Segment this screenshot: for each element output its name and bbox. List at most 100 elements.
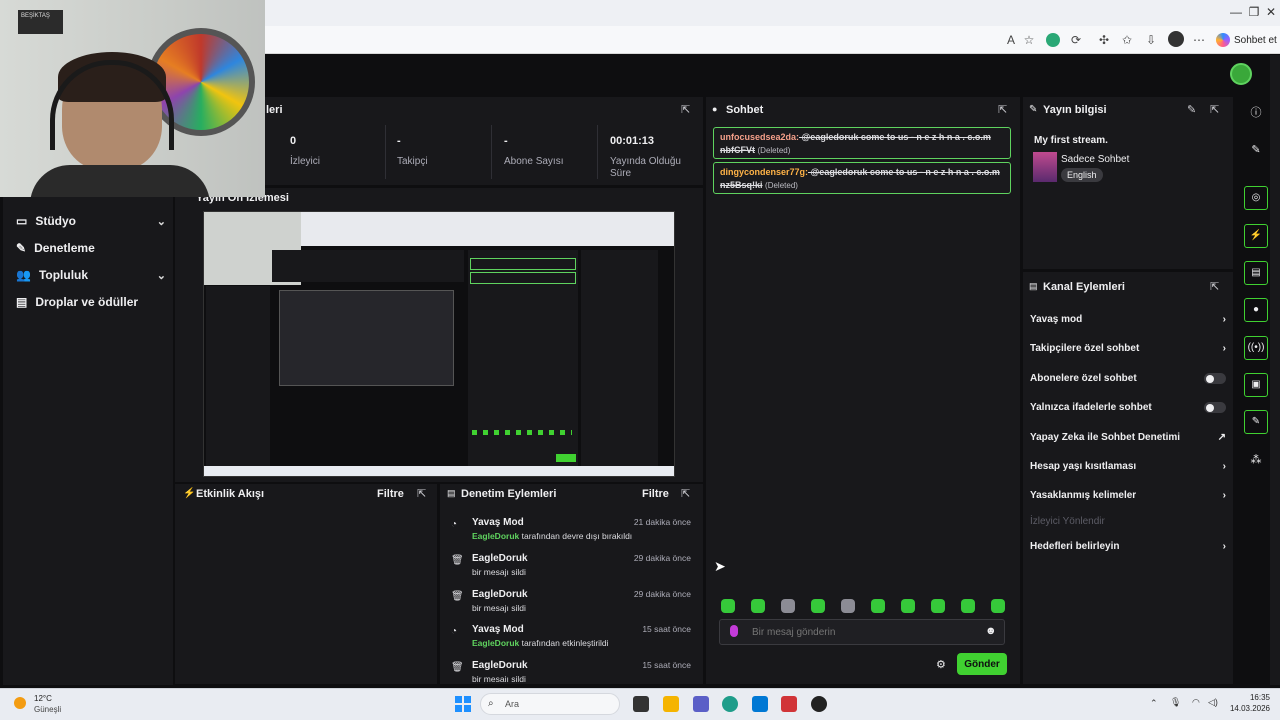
clock-time[interactable]: 16:35 — [1226, 693, 1270, 702]
popout-icon[interactable]: ⇱ — [417, 487, 426, 500]
action-goals[interactable]: Hedefleri belirleyin › — [1030, 541, 1226, 552]
emote-icon[interactable] — [931, 599, 945, 613]
sidebar-item-denetleme[interactable]: ✎ Denetleme — [16, 241, 166, 255]
favorites-icon[interactable]: ✩ — [1120, 33, 1134, 47]
popout-icon[interactable]: ⇱ — [681, 103, 690, 116]
emote-icon[interactable] — [751, 599, 765, 613]
poster: BEŞİKTAŞ — [18, 10, 63, 34]
preview-chat-msg — [470, 272, 576, 284]
studio-icon: ▭ — [16, 214, 28, 228]
file-explorer-icon[interactable] — [663, 696, 679, 712]
send-button[interactable]: Gönder — [957, 653, 1007, 675]
popout-icon[interactable]: ⇱ — [681, 487, 690, 500]
refresh-icon[interactable]: ⟳ — [1069, 33, 1083, 47]
emote-icon[interactable] — [991, 599, 1005, 613]
emote-icon[interactable] — [781, 599, 795, 613]
action-slow-mode[interactable]: Yavaş mod › — [1030, 314, 1226, 325]
wifi-icon[interactable]: ◠ — [1192, 697, 1200, 708]
action-ai-moderation[interactable]: Yapay Zeka ile Sohbet Denetimi ↗ — [1030, 432, 1226, 443]
stream-preview-video[interactable] — [203, 211, 675, 477]
microphone-icon[interactable] — [730, 625, 738, 637]
emote-icon[interactable] — [871, 599, 885, 613]
mod-action-title: EagleDoruk — [472, 660, 528, 671]
info-icon[interactable]: ⓘ — [1244, 101, 1268, 125]
profile-avatar[interactable] — [1168, 31, 1184, 47]
user-avatar[interactable] — [1230, 63, 1252, 85]
mod-action-time: 29 dakika önce — [633, 589, 691, 599]
download-icon[interactable]: ⇩ — [1144, 33, 1158, 47]
gear-icon[interactable]: ⚙ — [936, 658, 946, 671]
popout-icon[interactable]: ⇱ — [998, 103, 1007, 116]
edit-pencil-icon[interactable]: ✎ — [1187, 103, 1196, 116]
weather-temp[interactable]: 12°C — [34, 694, 52, 703]
mod-filter-button[interactable]: Filtre — [642, 488, 669, 500]
activity-filter-button[interactable]: Filtre — [377, 488, 404, 500]
category-thumbnail[interactable] — [1033, 152, 1057, 182]
sidebar-item-droplar[interactable]: ▤ Droplar ve ödüller — [16, 295, 166, 309]
chat-username[interactable]: dingycondenser77g: — [720, 167, 808, 177]
volume-icon[interactable]: ◁) — [1208, 697, 1218, 708]
screenshot-icon[interactable]: ◎ — [1244, 186, 1268, 210]
extensions-puzzle-icon[interactable]: ✣ — [1097, 33, 1111, 47]
action-banned-words[interactable]: Yasaklanmış kelimeler › — [1030, 490, 1226, 501]
emoji-icon[interactable]: ☻ — [985, 625, 997, 637]
chat-input[interactable] — [719, 619, 1005, 645]
trash-icon: 🗑 — [451, 591, 464, 602]
windows-start-icon[interactable] — [455, 696, 471, 712]
divider — [597, 125, 598, 179]
chat-message[interactable]: dingycondenser77g: @eagledoruk come to u… — [713, 162, 1011, 194]
close-icon[interactable]: ✕ — [1261, 5, 1280, 19]
emote-icon[interactable] — [961, 599, 975, 613]
clips-icon[interactable]: ▣ — [1244, 373, 1268, 397]
emote-icon[interactable] — [841, 599, 855, 613]
clock-date[interactable]: 14.03.2026 — [1226, 704, 1270, 713]
sidebar-item-label: Denetleme — [34, 241, 95, 255]
taskbar-search[interactable]: ⌕ Ara — [480, 693, 620, 715]
chevron-right-icon: › — [1222, 461, 1226, 472]
popout-icon[interactable]: ⇱ — [1210, 103, 1219, 116]
emote-icon[interactable] — [901, 599, 915, 613]
sidebar-item-studyo[interactable]: ▭ Stüdyo ⌄ — [16, 214, 166, 228]
emote-icon[interactable] — [811, 599, 825, 613]
store-icon[interactable] — [752, 696, 768, 712]
obs-icon[interactable] — [811, 696, 827, 712]
scrollbar[interactable] — [1270, 55, 1280, 685]
chevron-right-icon: › — [1222, 314, 1226, 325]
copilot-chat-button[interactable]: Sohbet et — [1216, 31, 1277, 49]
action-followers-only[interactable]: Takipçilere özel sohbet › — [1030, 343, 1226, 354]
wrench-icon[interactable]: ✎ — [1244, 410, 1268, 434]
action-account-age[interactable]: Hesap yaşı kısıtlaması › — [1030, 461, 1226, 472]
mod-action-time: 29 dakika önce — [633, 553, 691, 563]
preview-sidebar — [206, 286, 270, 466]
task-view-icon[interactable] — [633, 696, 649, 712]
chevron-up-icon[interactable]: ⌃ — [1150, 698, 1158, 709]
extension-icon[interactable] — [1046, 33, 1060, 47]
app-icon[interactable] — [781, 696, 797, 712]
bolt-icon[interactable]: ⚡ — [1244, 224, 1268, 248]
share-icon[interactable]: ⁂ — [1244, 448, 1268, 472]
chat-message[interactable]: unfocusedsea2da: @eagledoruk come to us … — [713, 127, 1011, 159]
weather-desc[interactable]: Güneşli — [34, 705, 61, 714]
teams-icon[interactable] — [693, 696, 709, 712]
minimize-icon[interactable]: — — [1226, 5, 1246, 19]
broadcast-icon[interactable]: ((•)) — [1244, 336, 1268, 360]
popout-icon[interactable]: ⇱ — [1210, 280, 1219, 293]
emotes-only-toggle[interactable] — [1204, 402, 1226, 413]
chat-bubble-icon[interactable]: ● — [1244, 298, 1268, 322]
action-label: Hesap yaşı kısıtlaması — [1030, 461, 1137, 472]
edit-pencil-icon[interactable]: ✎ — [1244, 138, 1268, 162]
read-aloud-icon[interactable]: A — [1004, 33, 1018, 47]
divider — [491, 125, 492, 179]
mic-icon[interactable]: 🎙 — [1170, 697, 1181, 708]
mod-user[interactable]: EagleDoruk — [472, 531, 519, 541]
edge-icon[interactable] — [722, 696, 738, 712]
emote-icon[interactable] — [721, 599, 735, 613]
chat-username[interactable]: unfocusedsea2da: — [720, 132, 799, 142]
more-menu-icon[interactable]: ⋯ — [1192, 33, 1206, 47]
list-icon[interactable]: ▤ — [1244, 261, 1268, 285]
favorite-star-icon[interactable]: ☆ — [1022, 33, 1036, 47]
sidebar-item-topluluk[interactable]: 👥 Topluluk ⌄ — [16, 268, 166, 282]
mod-user[interactable]: EagleDoruk — [472, 638, 519, 648]
category-name[interactable]: Sadece Sohbet — [1061, 154, 1129, 165]
subs-only-toggle[interactable] — [1204, 373, 1226, 384]
